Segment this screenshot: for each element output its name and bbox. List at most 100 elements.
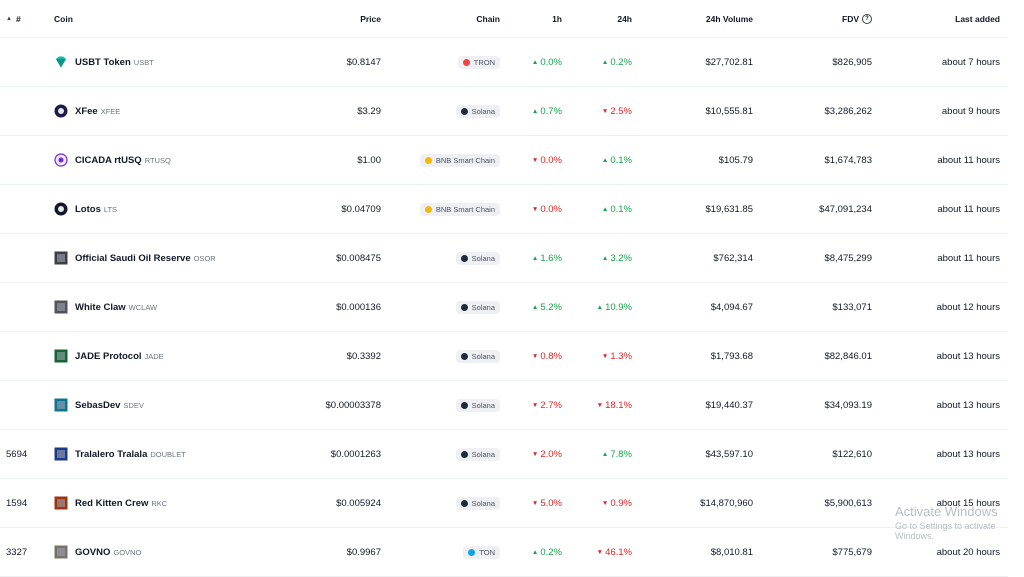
24h-change-cell: ▲ 10.9% — [580, 283, 632, 331]
coin-cell[interactable]: Tralalero Tralala DOUBLET — [54, 430, 314, 478]
24h-change-value: 2.5% — [610, 105, 632, 117]
coin-cell[interactable]: Official Saudi Oil Reserve OSOR — [54, 234, 314, 282]
price-header[interactable]: Price — [280, 0, 381, 37]
coin-cell[interactable]: CICADA rtUSQ RTUSQ — [54, 136, 314, 184]
caret-up-icon: ▲ — [601, 58, 609, 66]
fdv-header[interactable]: FDV ? — [770, 0, 872, 37]
govno-logo-icon — [54, 545, 68, 559]
caret-down-icon: ▼ — [601, 107, 609, 115]
price-cell: $0.3392 — [346, 350, 381, 362]
24h-change-cell: ▼ 2.5% — [580, 87, 632, 135]
chain-cell: Solana — [400, 381, 500, 429]
coin-name[interactable]: Official Saudi Oil Reserve — [75, 253, 191, 264]
24h-change-value: 0.1% — [610, 154, 632, 166]
coin-cell[interactable]: JADE Protocol JADE — [54, 332, 314, 380]
caret-down-icon: ▼ — [531, 156, 539, 164]
price-cell: $3.29 — [357, 105, 381, 117]
last-added-cell: about 11 hours — [937, 252, 1000, 264]
last-added-cell: about 11 hours — [937, 203, 1000, 215]
24h-change-header[interactable]: 24h — [580, 0, 632, 37]
coin-symbol: USBT — [133, 57, 154, 67]
coin-name[interactable]: Tralalero Tralala — [75, 449, 147, 460]
last-added-header[interactable]: Last added — [890, 0, 1000, 37]
price-cell: $0.8147 — [346, 56, 381, 68]
coin-symbol: LTS — [103, 204, 118, 214]
coin-name[interactable]: GOVNO — [75, 547, 110, 558]
rank-cell: 1594 — [6, 497, 28, 509]
table-row[interactable]: Official Saudi Oil Reserve OSOR $0.008475 S… — [0, 234, 1008, 283]
caret-up-icon: ▲ — [531, 58, 539, 66]
coin-name[interactable]: USBT Token — [75, 57, 131, 68]
info-icon[interactable]: ? — [862, 13, 872, 24]
rank-cell: 5694 — [6, 448, 28, 460]
coin-symbol: GOVNO — [113, 547, 142, 557]
table-row[interactable]: Lotos LTS $0.04709 BNB Smart Chain ▼ 0.0% ▲ 0.1… — [0, 185, 1008, 234]
table-row[interactable]: USBT Token USBT $0.8147 TRON ▲ 0.0% ▲ 0.2% $27,7… — [0, 38, 1008, 87]
table-row[interactable]: SebasDev SDEV $0.00003378 Solana ▼ 2.7% ▼ 18.1%… — [0, 381, 1008, 430]
chain-header[interactable]: Chain — [400, 0, 500, 37]
price-cell: $0.000136 — [336, 301, 381, 313]
coin-name[interactable]: SebasDev — [75, 400, 120, 411]
rank-cell — [6, 38, 46, 86]
fdv-cell: $34,093.19 — [824, 399, 872, 411]
caret-down-icon: ▼ — [531, 450, 539, 458]
last-added-cell: about 11 hours — [937, 154, 1000, 166]
volume-cell: $1,793.68 — [710, 350, 753, 362]
volume-cell: $43,597.10 — [705, 448, 753, 460]
coin-symbol: XFEE — [100, 106, 121, 116]
coin-header[interactable]: Coin — [54, 0, 314, 37]
24h-change-cell: ▲ 7.8% — [580, 430, 632, 478]
coin-symbol: RTUSQ — [144, 155, 171, 165]
chain-logo-icon — [460, 401, 468, 409]
coin-name[interactable]: JADE Protocol — [75, 351, 142, 362]
table-row[interactable]: White Claw WCLAW $0.000136 Solana ▲ 5.2% ▲ 10.9… — [0, 283, 1008, 332]
24h-change-cell: ▲ 0.2% — [580, 38, 632, 86]
last-added-cell: about 13 hours — [936, 399, 1000, 411]
coin-name[interactable]: CICADA rtUSQ — [75, 155, 142, 166]
1h-change-value: 0.2% — [540, 546, 562, 558]
table-row[interactable]: JADE Protocol JADE $0.3392 Solana ▼ 0.8% ▼ 1.3%… — [0, 332, 1008, 381]
coin-symbol: RKC — [151, 498, 168, 508]
table-row[interactable]: 1594 Red Kitten Crew RKC $0.005924 Solana ▼ 5.… — [0, 479, 1008, 528]
coin-name[interactable]: Red Kitten Crew — [75, 498, 148, 509]
volume-cell: $8,010.81 — [710, 546, 753, 558]
chain-cell: TON — [400, 528, 500, 576]
table-row[interactable]: CICADA rtUSQ RTUSQ $1.00 BNB Smart Chain ▼ 0.… — [0, 136, 1008, 185]
coin-cell[interactable]: White Claw WCLAW — [54, 283, 314, 331]
fdv-cell: $1,674,783 — [824, 154, 872, 166]
rank-cell — [6, 136, 46, 184]
caret-down-icon: ▼ — [531, 401, 539, 409]
coin-cell[interactable]: Red Kitten Crew RKC — [54, 479, 314, 527]
coin-name[interactable]: Lotos — [75, 204, 101, 215]
1h-change-cell: ▼ 5.0% — [512, 479, 562, 527]
1h-change-value: 1.6% — [540, 252, 562, 264]
coin-cell[interactable]: Lotos LTS — [54, 185, 314, 233]
24h-change-value: 46.1% — [605, 546, 632, 558]
coin-cell[interactable]: XFee XFEE — [54, 87, 314, 135]
1h-change-value: 5.0% — [540, 497, 562, 509]
1h-change-header[interactable]: 1h — [512, 0, 562, 37]
coin-name[interactable]: XFee — [75, 106, 98, 117]
24h-change-value: 0.9% — [610, 497, 632, 509]
volume-cell: $19,440.37 — [705, 399, 753, 411]
volume-header[interactable]: 24h Volume — [650, 0, 753, 37]
sort-up-icon[interactable]: ▲ — [6, 16, 12, 22]
table-row[interactable]: XFee XFEE $3.29 Solana ▲ 0.7% ▼ 2.5% $10,555.81 $… — [0, 87, 1008, 136]
coin-name[interactable]: White Claw — [75, 302, 126, 313]
24h-change-value: 3.2% — [610, 252, 632, 264]
chain-logo-icon — [462, 58, 470, 66]
coin-cell[interactable]: GOVNO GOVNO — [54, 528, 314, 576]
rank-header-label: # — [15, 13, 21, 24]
chain-badge: TON — [463, 545, 500, 559]
24h-change-value: 10.9% — [605, 301, 632, 313]
price-cell: $0.005924 — [336, 497, 381, 509]
table-row[interactable]: 3327 GOVNO GOVNO $0.9967 TON ▲ 0.2% ▼ 46.1% $8,01… — [0, 528, 1008, 577]
chain-logo-icon — [460, 107, 468, 115]
lotos-logo-icon — [54, 202, 68, 216]
coin-cell[interactable]: SebasDev SDEV — [54, 381, 314, 429]
coin-cell[interactable]: USBT Token USBT — [54, 38, 314, 86]
rank-cell: 3327 — [6, 546, 28, 558]
table-row[interactable]: 5694 Tralalero Tralala DOUBLET $0.0001263 So… — [0, 430, 1008, 479]
caret-down-icon: ▼ — [601, 499, 609, 507]
rank-header[interactable]: ▲ # — [6, 0, 46, 37]
